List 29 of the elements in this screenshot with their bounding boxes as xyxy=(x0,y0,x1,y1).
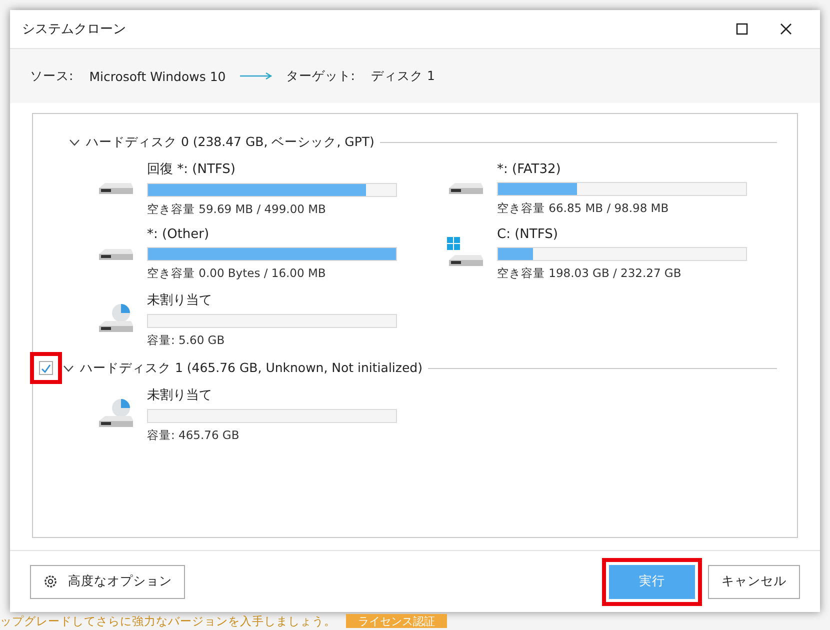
partition-name: *: (Other) xyxy=(147,227,210,242)
upgrade-notice: ップグレードしてさらに強力なバージョンを入手しましょう。 xyxy=(0,614,336,628)
usage-text: 空き容量 0.00 Bytes / 16.00 MB xyxy=(147,266,327,281)
disk-title: ハードディスク 0 (238.47 GB, ベーシック, GPT) xyxy=(86,134,374,150)
maximize-icon[interactable] xyxy=(736,23,748,35)
usage-text: 空き容量 198.03 GB / 232.27 GB xyxy=(497,266,682,281)
target-label: ターゲット: xyxy=(286,68,355,84)
usage-text: 容量: 5.60 GB xyxy=(147,333,226,348)
partition-name: 回復 *: (NTFS) xyxy=(147,161,236,178)
target-name: ディスク 1 xyxy=(370,68,435,84)
window-title: システムクローン xyxy=(22,21,127,38)
disk-title: ハードディスク 1 (465.76 GB, Unknown, Not initialized) xyxy=(80,360,422,376)
partition-name: C: (NTFS) xyxy=(497,227,559,242)
usage-text: 空き容量 66.85 MB / 98.98 MB xyxy=(497,200,670,216)
partition-name: 未割り当て xyxy=(147,292,213,309)
usage-text: 空き容量 59.69 MB / 499.00 MB xyxy=(147,202,327,217)
advanced-options-button[interactable]: 高度なオプション xyxy=(30,564,185,598)
arrow-icon xyxy=(240,72,272,80)
checkbox[interactable] xyxy=(39,361,53,375)
partition-name: 未割り当て xyxy=(147,387,213,404)
source-name: Microsoft Windows 10 xyxy=(89,68,226,84)
cancel-button[interactable]: キャンセル xyxy=(708,564,800,598)
partition-name: *: (FAT32) xyxy=(497,162,562,176)
chevron-icon[interactable] xyxy=(69,138,80,146)
close-icon[interactable] xyxy=(780,23,792,35)
usage-text: 容量: 465.76 GB xyxy=(147,428,240,443)
source-label: ソース: xyxy=(30,68,74,84)
gear-icon xyxy=(43,574,58,589)
chevron-icon[interactable] xyxy=(63,364,74,372)
